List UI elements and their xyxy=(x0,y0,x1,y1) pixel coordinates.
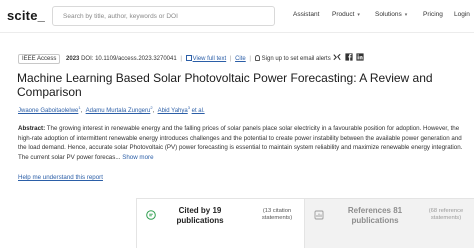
nav-assistant-label: Assistant xyxy=(293,11,320,18)
search-input[interactable] xyxy=(63,7,268,25)
citation-tabs: Cited by 19 publications (13 citation st… xyxy=(136,198,474,248)
nav-solutions[interactable]: Solutions ▾ xyxy=(375,11,407,18)
nav-assistant[interactable]: Assistant xyxy=(293,11,319,18)
linkedin-icon[interactable] xyxy=(356,53,364,63)
nav-pricing-label: Pricing xyxy=(423,11,443,18)
references-label: References 81 publications xyxy=(347,206,403,225)
et-al-link[interactable]: et al. xyxy=(192,108,205,114)
references-icon xyxy=(314,210,324,220)
nav-product[interactable]: Product ▾ xyxy=(332,11,360,18)
show-more-link[interactable]: Show more xyxy=(122,154,153,161)
twitter-icon[interactable] xyxy=(333,53,341,63)
citation-bubble-icon xyxy=(146,210,156,220)
bell-icon xyxy=(254,55,260,61)
author-link[interactable]: Jwaone Gaboitaolelwe xyxy=(18,108,78,114)
search-box[interactable] xyxy=(52,6,275,26)
view-full-text-link[interactable]: View full text xyxy=(193,56,227,62)
cited-by-stats: (13 citation statements) xyxy=(261,208,293,221)
tab-cited-by[interactable]: Cited by 19 publications (13 citation st… xyxy=(136,198,305,248)
nav-login[interactable]: Login xyxy=(454,11,470,18)
nav-pricing[interactable]: Pricing xyxy=(423,11,443,18)
abstract: Abstract: The growing interest in renewa… xyxy=(18,124,466,162)
top-nav-bar: scite_ Assistant Product▾ Solutions▾ Pri… xyxy=(0,0,474,33)
author-affiliation: 3 xyxy=(187,105,190,110)
nav-login-label: Login xyxy=(454,11,470,18)
external-link-icon xyxy=(185,55,192,61)
help-understand-link[interactable]: Help me understand this report xyxy=(18,174,103,181)
journal-badge: IEEE Access xyxy=(18,54,61,64)
doi: DOI: 10.1109/access.2023.3270041 xyxy=(81,56,177,62)
abstract-text: The growing interest in renewable energy… xyxy=(18,125,463,161)
cite-link[interactable]: Cite xyxy=(235,56,246,62)
divider: | xyxy=(180,56,182,62)
nav-product-label: Product xyxy=(332,11,355,18)
references-stats: (68 reference statements) xyxy=(428,208,464,221)
article-meta-row: IEEE Access 2023 DOI: 10.1109/access.202… xyxy=(18,54,331,64)
facebook-icon[interactable] xyxy=(345,53,353,63)
cited-by-label: Cited by 19 publications xyxy=(176,206,224,225)
author-link[interactable]: Adamu Murtala Zungeru xyxy=(86,108,151,114)
email-alerts-link[interactable]: Sign up to set email alerts xyxy=(262,56,331,62)
abstract-label: Abstract: xyxy=(18,125,46,132)
publication-year: 2023 xyxy=(66,56,80,62)
divider: | xyxy=(229,56,232,62)
chevron-down-icon: ▾ xyxy=(404,12,408,18)
tab-references[interactable]: References 81 publications (68 reference… xyxy=(305,198,474,248)
article-title: Machine Learning Based Solar Photovoltai… xyxy=(17,71,433,99)
author-list: Jwaone Gaboitaolelwe1, Adamu Murtala Zun… xyxy=(18,105,205,114)
scite-logo[interactable]: scite_ xyxy=(7,8,45,23)
divider: | xyxy=(249,56,251,62)
author-link[interactable]: Abid Yahya xyxy=(158,108,188,114)
nav-solutions-label: Solutions xyxy=(375,11,402,18)
chevron-down-icon: ▾ xyxy=(357,12,360,18)
